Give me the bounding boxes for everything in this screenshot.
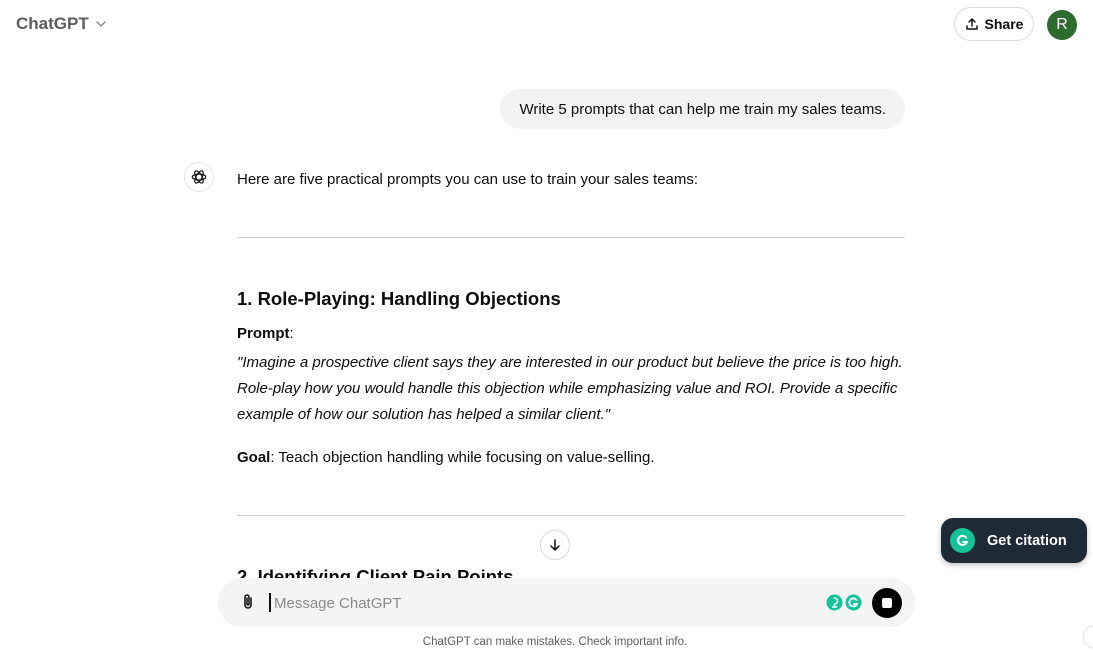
goal-label: Goal	[237, 449, 271, 466]
get-citation-label: Get citation	[987, 532, 1067, 549]
scroll-to-bottom-button[interactable]	[540, 530, 570, 560]
chevron-down-icon	[95, 21, 106, 28]
section-heading: 2. Identifying Client Pain Points	[237, 566, 514, 578]
arrow-down-icon	[550, 539, 560, 551]
divider	[237, 515, 905, 516]
prompt-label: Prompt	[237, 325, 290, 342]
prompt-label-line: Prompt:	[237, 325, 294, 342]
prompt-label-colon: :	[289, 325, 294, 342]
grammarly-icon	[950, 528, 975, 553]
composer	[218, 578, 915, 627]
message-input[interactable]	[272, 590, 796, 617]
user-message: Write 5 prompts that can help me train m…	[500, 89, 905, 129]
top-bar: ChatGPT Share R	[0, 0, 1093, 52]
goal-text: : Teach objection handling while focusin…	[270, 449, 655, 466]
get-citation-button[interactable]: Get citation	[941, 518, 1087, 563]
goal-line: Goal: Teach objection handling while foc…	[237, 449, 654, 466]
divider	[237, 237, 905, 238]
share-icon	[965, 18, 978, 30]
grammarly-icon[interactable]	[845, 594, 862, 611]
grammarly-icon[interactable]	[826, 594, 843, 611]
paperclip-icon[interactable]	[238, 592, 258, 612]
share-button[interactable]: Share	[954, 7, 1034, 41]
prompt-text: "Imagine a prospective client says they …	[237, 354, 903, 423]
assistant-intro: Here are five practical prompts you can …	[237, 171, 699, 188]
disclaimer: ChatGPT can make mistakes. Check importa…	[422, 636, 688, 648]
section-heading: 1. Role-Playing: Handling Objections	[237, 288, 561, 309]
stop-generating-button[interactable]	[872, 588, 902, 618]
stop-icon	[882, 598, 892, 608]
next-section-clip: 2. Identifying Client Pain Points	[237, 560, 637, 578]
openai-logo-icon	[184, 162, 214, 192]
share-label: Share	[984, 16, 1024, 32]
model-switcher[interactable]: ChatGPT	[16, 14, 107, 34]
text-caret	[269, 593, 271, 612]
avatar[interactable]: R	[1047, 10, 1077, 40]
model-name: ChatGPT	[16, 14, 89, 33]
